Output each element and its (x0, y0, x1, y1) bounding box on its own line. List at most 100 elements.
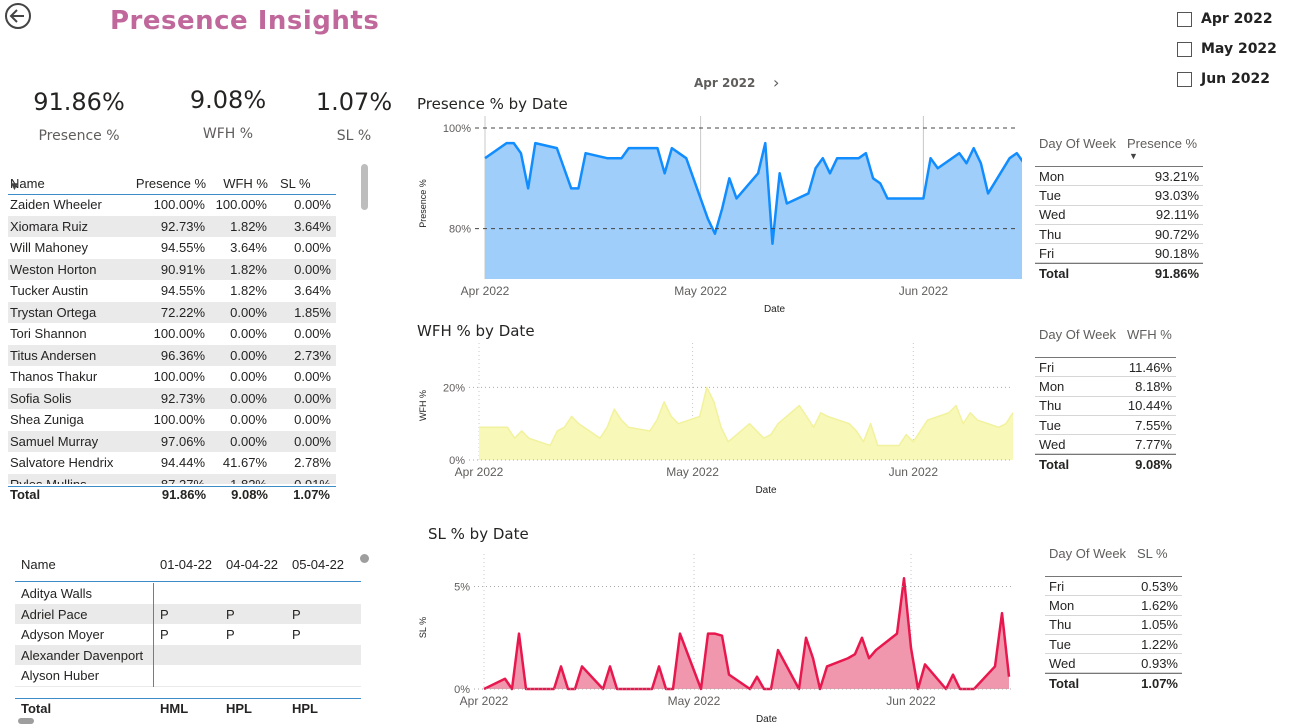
cell-day: Wed (1039, 436, 1066, 452)
checkbox[interactable] (1177, 41, 1192, 57)
slicer-item-may-2022[interactable]: May 2022 (1177, 41, 1277, 57)
column-header-date[interactable]: 01-04-22 (160, 557, 212, 572)
cell-day: Fri (1039, 245, 1055, 261)
sl-area-chart[interactable]: 5%0%Apr 2022 May 2022 Jun 2022DateSL % (412, 548, 1022, 727)
wfh-area-chart[interactable]: 20%0%Apr 2022 May 2022 Jun 2022DateWFH % (412, 342, 1022, 502)
cell-value: 7.55% (1135, 417, 1172, 433)
table-row[interactable]: Will Mahoney 94.55% 3.64% 0.00% (8, 237, 336, 259)
attendance-matrix-header: Name 01-04-22 04-04-22 05-04-22 (15, 554, 361, 582)
table-row[interactable]: Tucker Austin 94.55% 1.82% 3.64% (8, 280, 336, 302)
table-row[interactable]: Samuel Murray 97.06% 0.00% 0.00% (8, 430, 336, 452)
cell-day: Thu (1039, 226, 1062, 242)
employee-table-body[interactable]: Zaiden Wheeler 100.00% 100.00% 0.00% Xiomara… (8, 194, 336, 484)
cell-value: 10.44% (1127, 398, 1172, 414)
table-row[interactable]: Fri 11.46% (1035, 358, 1176, 378)
sort-descending-icon[interactable]: ▼ (11, 182, 18, 192)
column-header-wfh[interactable]: WFH % (210, 164, 272, 194)
presence-area-chart[interactable]: 100% 80% Apr 2022 May 2022 Jun 2022 Date Prese… (412, 115, 1022, 320)
table-row[interactable]: Thanos Thakur 100.00% 0.00% 0.00% (8, 366, 336, 388)
column-header-name[interactable]: Name (8, 164, 134, 194)
table-row[interactable]: Mon 93.21% (1035, 167, 1203, 187)
column-header-value[interactable]: Presence % (1127, 136, 1203, 166)
table-row[interactable]: Thu 10.44% (1035, 397, 1176, 416)
table-row[interactable]: Tue 7.55% (1035, 416, 1176, 436)
table-row[interactable]: Tue 93.03% (1035, 186, 1203, 206)
column-header-presence[interactable]: Presence % (134, 164, 210, 194)
table-row[interactable]: Titus Andersen 96.36% 0.00% 2.73% (8, 344, 336, 366)
attendance-matrix-body[interactable]: Aditya Walls Adriel Pace P P P Adyson Moyer P P… (15, 583, 361, 687)
column-header-date[interactable]: 05-04-22 (292, 557, 344, 572)
cell-name: Tori Shannon (10, 326, 87, 342)
table-row[interactable]: Tori Shannon 100.00% 0.00% 0.00% (8, 323, 336, 345)
column-header-sl[interactable]: SL % (272, 164, 336, 194)
slicer-item-jun-2022[interactable]: Jun 2022 (1177, 71, 1270, 87)
kpi-card-sl: 1.07% SL % (289, 88, 419, 144)
table-row[interactable]: Thu 90.72% (1035, 225, 1203, 245)
column-header-name[interactable]: Name (21, 557, 56, 572)
column-header-date[interactable]: 04-04-22 (226, 557, 278, 572)
column-header-value[interactable]: WFH % (1127, 327, 1176, 357)
cell-name: Zaiden Wheeler (10, 197, 102, 213)
x-tick-label: Jun 2022 (889, 465, 939, 479)
cell-presence: 92.73% (134, 387, 210, 409)
table-row[interactable]: Shea Zuniga 100.00% 0.00% 0.00% (8, 409, 336, 431)
cell-presence: 96.36% (134, 344, 210, 366)
cell-presence: 100.00% (153, 369, 205, 385)
cell-wfh: 100.00% (215, 197, 267, 213)
table-row[interactable]: Tue 1.22% (1045, 635, 1182, 655)
cell-wfh: 0.00% (210, 387, 272, 409)
table-row[interactable]: Alexander Davenport (15, 644, 361, 665)
table-row[interactable]: Adriel Pace P P P (15, 603, 361, 624)
cell-day: Tue (1049, 636, 1071, 652)
back-arrow-icon[interactable] (4, 2, 32, 30)
table-row[interactable]: Sofia Solis 92.73% 0.00% 0.00% (8, 387, 336, 409)
sort-descending-icon[interactable]: ▼ (1129, 151, 1138, 161)
cell-status: P (226, 627, 235, 642)
table-row[interactable]: Fri 0.53% (1045, 577, 1182, 597)
table-row[interactable]: Alyson Huber (15, 665, 361, 686)
table-row[interactable]: Adyson Moyer P P P (15, 624, 361, 645)
table-row[interactable]: Wed 0.93% (1045, 654, 1182, 674)
cell-sl: 0.00% (294, 412, 331, 428)
cell-value: 90.18% (1154, 245, 1199, 261)
chevron-right-icon[interactable]: › (773, 73, 779, 92)
table-row[interactable]: Trystan Ortega 72.22% 0.00% 1.85% (8, 301, 336, 323)
table-total-row: Total 9.08% (1035, 454, 1176, 474)
table-row[interactable]: Mon 1.62% (1045, 596, 1182, 616)
cell-name: Shea Zuniga (10, 412, 84, 428)
x-tick-label: Jun 2022 (886, 694, 936, 708)
vertical-scrollbar[interactable] (360, 554, 369, 563)
vertical-scrollbar[interactable] (361, 164, 368, 210)
table-row[interactable]: Weston Horton 90.91% 1.82% 0.00% (8, 258, 336, 280)
cell-name: Thanos Thakur (10, 369, 98, 385)
slicer-item-apr-2022[interactable]: Apr 2022 (1177, 11, 1273, 27)
table-row[interactable]: Ana LittleHPHPL (15, 685, 361, 687)
table-row[interactable]: Xiomara Ruiz 92.73% 1.82% 3.64% (8, 215, 336, 237)
employee-table-total: Total 91.86% 9.08% 1.07% (8, 486, 336, 502)
table-row[interactable]: Wed 7.77% (1035, 435, 1176, 455)
table-row[interactable]: Fri 90.18% (1035, 244, 1203, 264)
table-row[interactable]: Thu 1.05% (1045, 616, 1182, 635)
column-header-day[interactable]: Day Of Week (1045, 546, 1137, 576)
table-row[interactable]: Salvatore Hendrix 94.44% 41.67% 2.78% (8, 452, 336, 474)
cell-status: P (292, 627, 301, 642)
kpi-label: WFH % (202, 126, 254, 142)
table-row[interactable]: Ryles Mullins87.27%1.82%0.91% (8, 473, 336, 484)
checkbox[interactable] (1177, 11, 1192, 27)
table-row[interactable]: Mon 8.18% (1035, 377, 1176, 397)
column-header-day[interactable]: Day Of Week (1035, 136, 1127, 166)
column-header-value[interactable]: SL % (1137, 546, 1182, 576)
cell-presence: 94.55% (160, 283, 205, 299)
cell-name: Tucker Austin (10, 283, 89, 299)
horizontal-scrollbar[interactable] (18, 718, 34, 724)
column-header-day[interactable]: Day Of Week (1035, 327, 1127, 357)
total-value: 1.07% (1141, 676, 1178, 692)
table-header: Day Of Week WFH % (1035, 327, 1176, 357)
cell-day: Mon (1049, 597, 1075, 613)
table-row[interactable]: Aditya Walls (15, 583, 361, 604)
cell-name: Trystan Ortega (8, 301, 134, 323)
table-row[interactable]: Wed 92.11% (1035, 206, 1203, 225)
checkbox[interactable] (1177, 71, 1192, 87)
total-label: Total (1049, 676, 1080, 692)
table-row[interactable]: Zaiden Wheeler 100.00% 100.00% 0.00% (8, 194, 336, 216)
